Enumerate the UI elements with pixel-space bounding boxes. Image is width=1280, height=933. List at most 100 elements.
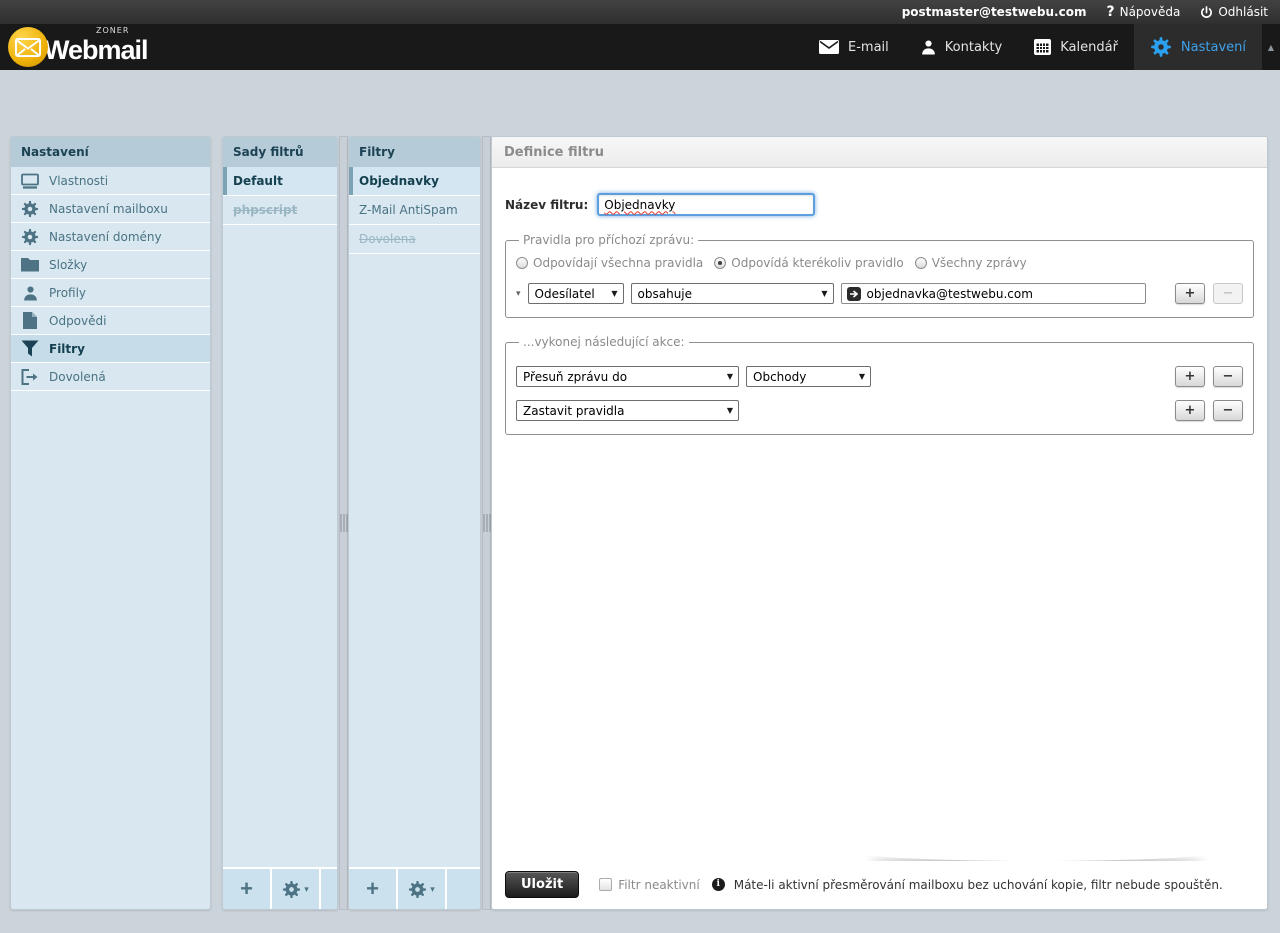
radio-icon xyxy=(516,257,528,269)
rule-row: ▾ Odesílatel ▼ obsahuje ▼ xyxy=(516,283,1243,304)
radio-all-messages[interactable]: Všechny zprávy xyxy=(915,256,1027,270)
sidebar-item-nastaveni-mailboxu[interactable]: Nastavení mailboxu xyxy=(11,195,210,223)
filters-panel: Filtry Objednavky Z-Mail AntiSpam Dovole… xyxy=(348,136,481,910)
logout-link[interactable]: Odhlásit xyxy=(1200,5,1268,19)
checkbox-icon xyxy=(599,878,612,891)
add-rule-button[interactable]: + xyxy=(1175,283,1205,304)
select-arrow-icon: ▼ xyxy=(821,289,827,298)
sidebar-item-vlastnosti[interactable]: Vlastnosti xyxy=(11,167,210,195)
info-icon: i xyxy=(712,878,725,891)
chevron-down-icon: ▾ xyxy=(430,884,435,895)
collapse-nav-button[interactable]: ▲ xyxy=(1262,24,1280,70)
filter-sets-toolbar: + ▾ xyxy=(223,867,337,909)
filter-item-zmail-antispam[interactable]: Z-Mail AntiSpam xyxy=(349,196,480,225)
select-arrow-icon: ▼ xyxy=(727,372,733,381)
logout-label: Odhlásit xyxy=(1218,5,1268,19)
save-button[interactable]: Uložit xyxy=(505,871,579,898)
radio-checked-icon xyxy=(714,257,726,269)
settings-menu-title: Nastavení xyxy=(11,137,210,167)
filter-name-input[interactable]: Objednavky xyxy=(597,193,815,216)
gear-icon xyxy=(408,880,427,899)
sidebar-item-dovolena[interactable]: Dovolená xyxy=(11,363,210,391)
action-type-select[interactable]: Zastavit pravidla ▼ xyxy=(516,400,739,421)
filter-inactive-option[interactable]: Filtr neaktivní xyxy=(599,878,700,892)
insert-variable-icon xyxy=(847,287,861,301)
plus-icon: + xyxy=(240,878,253,900)
gear-icon xyxy=(20,200,40,218)
sidebar-item-odpovedi[interactable]: Odpovědi xyxy=(11,307,210,335)
help-link[interactable]: ? Nápověda xyxy=(1106,4,1180,20)
settings-menu-panel: Nastavení Vlastnosti xyxy=(10,136,211,910)
filter-item-objednavky[interactable]: Objednavky xyxy=(349,167,480,196)
rules-fieldset: Pravidla pro příchozí zprávu: Odpovídají… xyxy=(505,233,1254,318)
folder-icon xyxy=(20,257,40,272)
filter-set-item-phpscript[interactable]: phpscript xyxy=(223,196,337,225)
nav-tabs: E-mail Kontakty xyxy=(803,24,1280,70)
filters-toolbar: + ▾ xyxy=(349,867,480,909)
column-splitter[interactable] xyxy=(482,136,491,910)
navbar: ZONER Webmail E-mail xyxy=(0,24,1280,70)
add-action-button[interactable]: + xyxy=(1175,400,1205,421)
filter-set-menu-button[interactable]: ▾ xyxy=(272,869,321,909)
sidebar-item-nastaveni-domeny[interactable]: Nastavení domény xyxy=(11,223,210,251)
person-icon xyxy=(20,285,40,301)
chevron-up-icon: ▲ xyxy=(1268,43,1274,52)
chevron-down-icon: ▾ xyxy=(304,884,309,895)
tab-kalendar[interactable]: Kalendář xyxy=(1018,24,1134,70)
actions-legend: ...vykonej následující akce: xyxy=(519,335,689,349)
rule-row-buttons: + − xyxy=(1175,283,1243,304)
action-target-select[interactable]: Obchody ▼ xyxy=(746,366,871,387)
power-icon xyxy=(1200,6,1213,19)
sidebar-item-slozky[interactable]: Složky xyxy=(11,251,210,279)
filter-item-dovolena[interactable]: Dovolena xyxy=(349,225,480,254)
footer-info-text: Máte-li aktivní přesměrování mailboxu be… xyxy=(734,878,1223,892)
exit-icon xyxy=(20,369,40,385)
sidebar-item-profily[interactable]: Profily xyxy=(11,279,210,307)
action-row: Zastavit pravidla ▼ + − xyxy=(516,400,1243,421)
rule-value-input[interactable]: objednavka@testwebu.com xyxy=(841,283,1146,304)
rules-legend: Pravidla pro příchozí zprávu: xyxy=(519,233,698,247)
gear-icon xyxy=(282,880,301,899)
calendar-icon xyxy=(1034,39,1051,55)
remove-action-button[interactable]: − xyxy=(1213,400,1243,421)
filters-title: Filtry xyxy=(349,137,480,167)
person-icon xyxy=(921,39,936,55)
filter-set-item-default[interactable]: Default xyxy=(223,167,337,196)
filter-name-label: Název filtru: xyxy=(505,198,588,212)
radio-match-all[interactable]: Odpovídají všechna pravidla xyxy=(516,256,703,270)
tab-email[interactable]: E-mail xyxy=(803,24,905,70)
editor-footer: Uložit Filtr neaktivní i Máte-li aktivní… xyxy=(493,861,1266,908)
envelope-icon xyxy=(819,40,839,54)
radio-match-any[interactable]: Odpovídá kterékoliv pravidlo xyxy=(714,256,903,270)
remove-action-button[interactable]: − xyxy=(1213,366,1243,387)
remove-rule-button: − xyxy=(1213,283,1243,304)
row-expand-icon[interactable]: ▾ xyxy=(516,289,521,299)
sidebar-item-filtry[interactable]: Filtry xyxy=(11,335,210,363)
action-row-buttons: + − xyxy=(1175,366,1243,387)
footer-shadow xyxy=(864,845,1209,861)
filter-sets-panel: Sady filtrů Default phpscript + xyxy=(222,136,338,910)
select-arrow-icon: ▼ xyxy=(727,406,733,415)
add-filter-button[interactable]: + xyxy=(349,869,398,909)
tab-nastaveni[interactable]: Nastavení xyxy=(1134,24,1262,70)
select-arrow-icon: ▼ xyxy=(611,289,617,298)
filter-icon xyxy=(20,340,40,357)
gear-icon xyxy=(1150,36,1172,58)
tab-kontakty[interactable]: Kontakty xyxy=(905,24,1018,70)
webmail-app: postmaster@testwebu.com ? Nápověda Odhlá… xyxy=(0,0,1280,933)
rules-match-options: Odpovídají všechna pravidla Odpovídá kte… xyxy=(516,256,1243,270)
brand-logo[interactable]: ZONER Webmail xyxy=(8,27,148,67)
column-splitter[interactable] xyxy=(339,136,348,910)
action-type-select[interactable]: Přesuň zprávu do ▼ xyxy=(516,366,739,387)
add-filter-set-button[interactable]: + xyxy=(223,869,272,909)
action-row-buttons: + − xyxy=(1175,400,1243,421)
rule-field-select[interactable]: Odesílatel ▼ xyxy=(528,283,624,304)
topbar: postmaster@testwebu.com ? Nápověda Odhlá… xyxy=(0,0,1280,24)
rule-operator-select[interactable]: obsahuje ▼ xyxy=(631,283,834,304)
brand-name: Webmail xyxy=(44,35,148,65)
add-action-button[interactable]: + xyxy=(1175,366,1205,387)
radio-icon xyxy=(915,257,927,269)
filter-menu-button[interactable]: ▾ xyxy=(398,869,447,909)
filter-sets-title: Sady filtrů xyxy=(223,137,337,167)
question-mark-icon: ? xyxy=(1106,4,1114,20)
